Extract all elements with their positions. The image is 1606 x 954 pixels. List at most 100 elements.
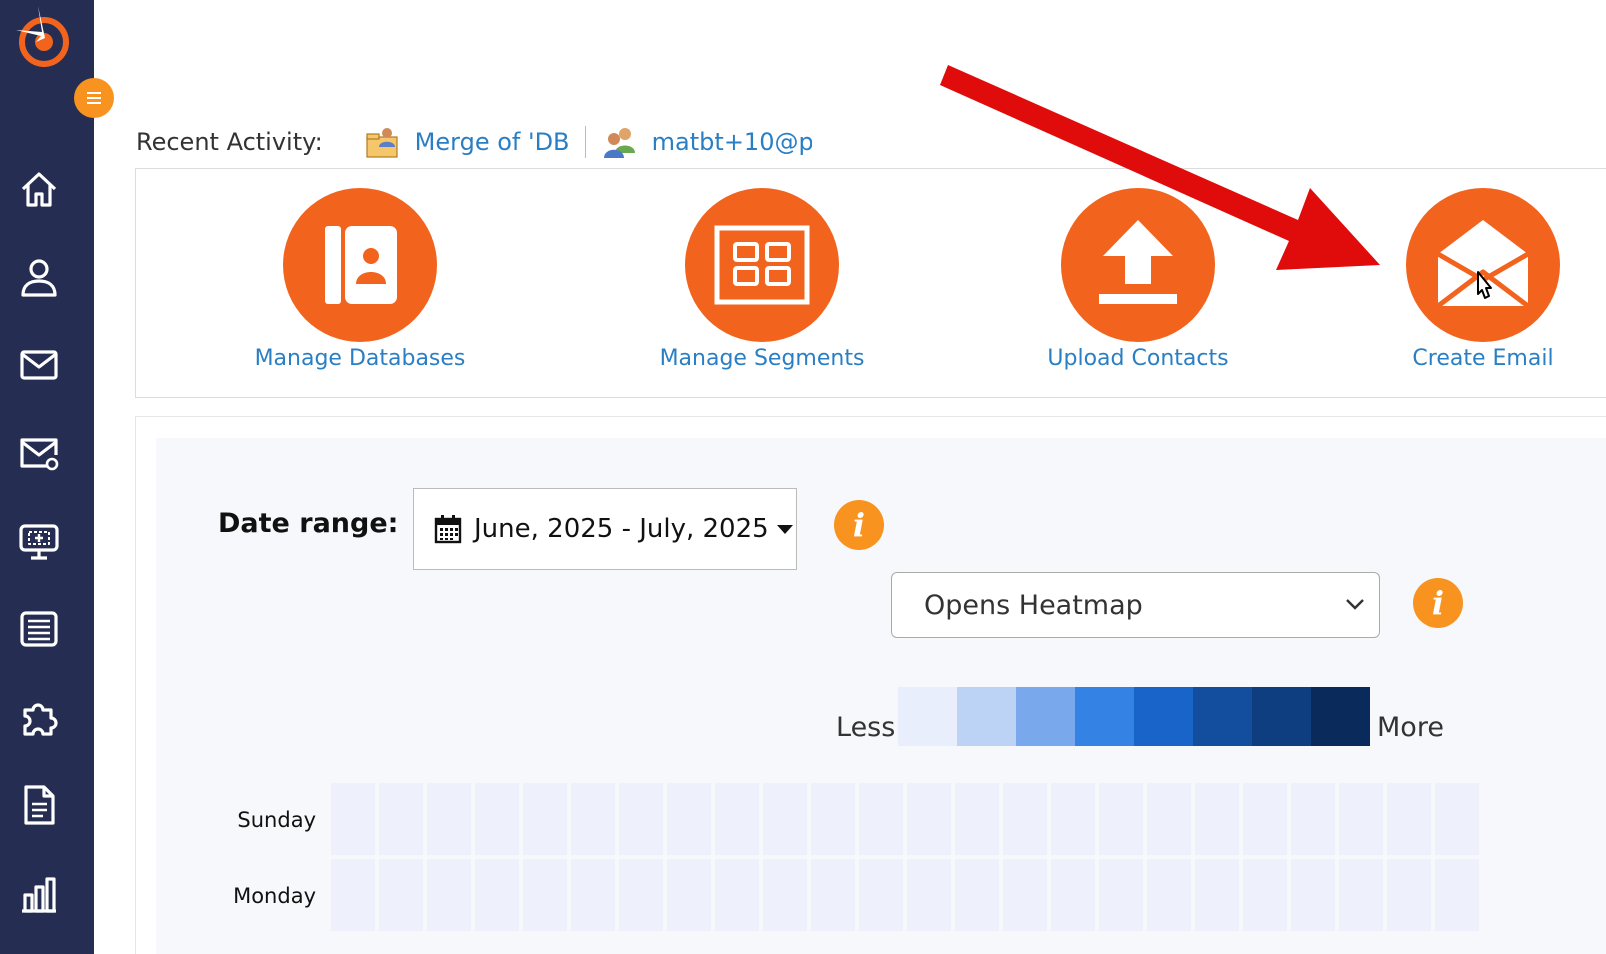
heatmap-cell[interactable] [1147,783,1191,855]
heatmap-cell[interactable] [427,859,471,931]
heatmap-cell[interactable] [331,859,375,931]
sidebar-item-reports[interactable] [14,868,64,918]
sidebar [0,0,94,954]
heatmap-cell[interactable] [667,859,711,931]
heatmap-cell[interactable] [1339,783,1383,855]
heatmap-cell[interactable] [1291,783,1335,855]
manage-segments-button[interactable]: Manage Segments [632,188,892,371]
heatmap-cell[interactable] [1099,783,1143,855]
menu-toggle-button[interactable] [74,78,114,118]
upload-contacts-label: Upload Contacts [1047,346,1229,371]
heatmap-cell[interactable] [1387,859,1431,931]
create-email-button[interactable]: Create Email [1353,188,1606,371]
sidebar-item-integrations[interactable] [14,692,64,742]
heatmap-cell[interactable] [331,783,375,855]
heatmap-legend [898,687,1370,746]
create-email-label: Create Email [1412,346,1554,371]
heatmap-cell[interactable] [955,859,999,931]
recent-activity-item[interactable]: Merge of 'DB 0 [365,125,577,159]
heatmap-cell[interactable] [859,859,903,931]
day-label-monday: Monday [233,884,316,908]
heatmap-cell[interactable] [1435,783,1479,855]
heatmap-cell[interactable] [379,783,423,855]
sidebar-item-lists[interactable] [14,604,64,654]
heatmap-cell[interactable] [955,783,999,855]
user-icon [21,259,57,297]
activity-divider [584,126,586,158]
heatmap-cell[interactable] [571,859,615,931]
heatmap-cell[interactable] [1243,783,1287,855]
heatmap-info-icon[interactable]: i [1413,578,1463,628]
heatmap-cell[interactable] [619,783,663,855]
segments-grid-icon [714,225,810,305]
heatmap-cell[interactable] [1387,783,1431,855]
day-label-sunday: Sunday [237,808,316,832]
legend-swatch [1075,687,1134,746]
sidebar-item-contacts[interactable] [14,252,64,302]
mail-icon [20,350,58,380]
heatmap-cell[interactable] [1003,783,1047,855]
manage-databases-button[interactable]: Manage Databases [230,188,490,371]
heatmap-cell[interactable] [1051,859,1095,931]
recent-activity-text: matbt+10@pin [651,128,812,156]
legend-less-label: Less [836,712,896,743]
heatmap-cell[interactable] [1147,859,1191,931]
upload-contacts-circle [1061,188,1215,342]
create-email-circle [1406,188,1560,342]
heatmap-cell[interactable] [811,859,855,931]
heatmap-cell[interactable] [475,859,519,931]
heatmap-cell[interactable] [1003,859,1047,931]
legend-swatch [1193,687,1252,746]
heatmap-cell[interactable] [523,859,567,931]
heatmap-cell[interactable] [1195,859,1239,931]
legend-swatch [1311,687,1370,746]
address-book-icon [325,226,397,304]
upload-icon [1099,220,1177,304]
users-icon [603,128,635,158]
heatmap-cell[interactable] [907,859,951,931]
sidebar-item-documents[interactable] [14,780,64,830]
envelope-open-icon [1436,220,1530,308]
heatmap-type-select[interactable]: Opens Heatmap [891,572,1380,638]
date-range-info-icon[interactable]: i [834,500,884,550]
heatmap-cell[interactable] [379,859,423,931]
heatmap-cell[interactable] [1051,783,1095,855]
sidebar-item-home[interactable] [14,164,64,214]
legend-swatch [1134,687,1193,746]
caret-down-icon [776,524,793,534]
upload-contacts-button[interactable]: Upload Contacts [1008,188,1268,371]
manage-databases-circle [283,188,437,342]
heatmap-cell[interactable] [715,783,759,855]
heatmap-cell[interactable] [1291,859,1335,931]
sidebar-item-email[interactable] [14,340,64,390]
heatmap-cell[interactable] [763,783,807,855]
recent-activity-item[interactable]: matbt+10@pin [602,125,812,159]
heatmap-cell[interactable] [1195,783,1239,855]
heatmap-cell[interactable] [475,783,519,855]
date-range-picker[interactable]: June, 2025 - July, 2025 [413,488,797,570]
legend-swatch [1016,687,1075,746]
heatmap-cell[interactable] [1339,859,1383,931]
heatmap-cell[interactable] [427,783,471,855]
heatmap-cell[interactable] [523,783,567,855]
heatmap-cell[interactable] [619,859,663,931]
heatmap-cell[interactable] [907,783,951,855]
sidebar-item-forms[interactable] [14,516,64,566]
heatmap-cell[interactable] [763,859,807,931]
recent-activity-text: Merge of 'DB 0 [414,128,577,156]
legend-swatch [957,687,1016,746]
heatmap-cell[interactable] [811,783,855,855]
heatmap-cell[interactable] [859,783,903,855]
legend-more-label: More [1377,712,1444,743]
app-logo-icon[interactable] [8,4,72,68]
recent-activity-label: Recent Activity: [136,128,323,156]
heatmap-cell[interactable] [667,783,711,855]
heatmap-cell[interactable] [715,859,759,931]
heatmap-cell[interactable] [1435,859,1479,931]
hamburger-icon [87,92,101,104]
heatmap-cell[interactable] [1099,859,1143,931]
heatmap-cell[interactable] [1243,859,1287,931]
list-icon [20,611,58,647]
sidebar-item-email-settings[interactable] [14,428,64,478]
heatmap-cell[interactable] [571,783,615,855]
